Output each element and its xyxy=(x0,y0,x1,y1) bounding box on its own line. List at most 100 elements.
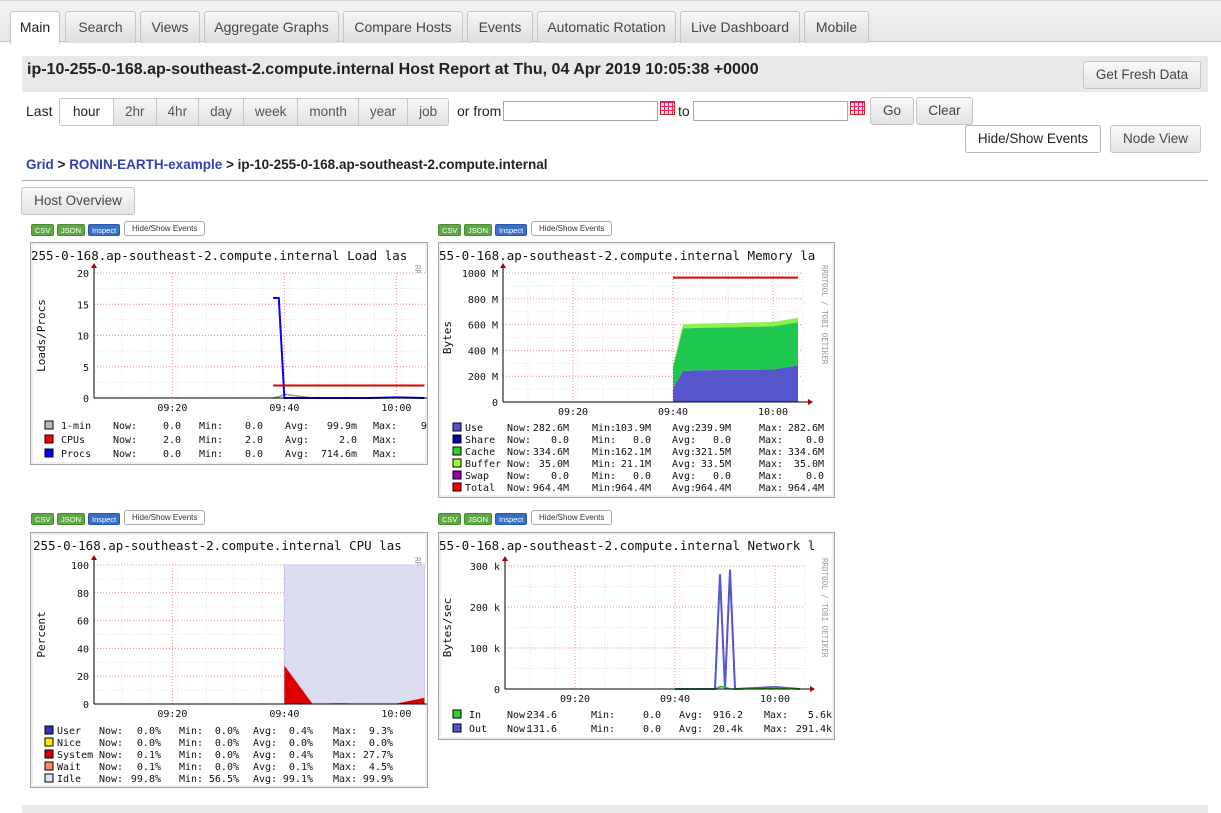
legend-min-value: 0.0 xyxy=(245,449,263,460)
range-week[interactable]: week xyxy=(243,99,298,125)
legend-avg-value: 0.4% xyxy=(289,726,313,737)
tab-search[interactable]: Search xyxy=(65,11,136,43)
to-date-input[interactable] xyxy=(693,101,848,121)
legend-min-label: Min: xyxy=(179,774,203,785)
tab-automatic-rotation[interactable]: Automatic Rotation xyxy=(537,11,676,43)
page-title: ip-10-255-0-168.ap-southeast-2.compute.i… xyxy=(27,61,759,79)
legend-avg-value: 0.4% xyxy=(289,750,313,761)
y-axis-arrow xyxy=(500,263,506,268)
legend-swatch xyxy=(45,774,53,782)
calendar-icon[interactable] xyxy=(850,101,865,115)
range-job[interactable]: job xyxy=(407,99,448,125)
range-month[interactable]: month xyxy=(297,99,358,125)
legend-max-label: Max: xyxy=(333,750,357,761)
legend-name: System xyxy=(57,750,93,761)
legend-now-value: 0.0% xyxy=(137,726,161,737)
inspect-button[interactable]: Inspect xyxy=(88,513,120,525)
legend-avg-value: 239.9M xyxy=(695,423,731,434)
time-range-selector: hour 2hr 4hr day week month year job xyxy=(59,98,449,126)
csv-button[interactable]: CSV xyxy=(31,224,54,236)
legend-min-label: Min: xyxy=(199,449,223,460)
y-tick-label: 200 M xyxy=(468,372,498,383)
x-tick-label: 09:40 xyxy=(269,403,299,414)
network-graph[interactable]: 55-0-168.ap-southeast-2.compute.internal… xyxy=(438,532,835,740)
clear-button[interactable]: Clear xyxy=(916,97,973,125)
legend-swatch xyxy=(45,726,53,734)
legend-swatch xyxy=(453,447,461,455)
tab-compare-hosts[interactable]: Compare Hosts xyxy=(343,11,463,43)
legend-max-label: Max: xyxy=(759,447,783,458)
legend-avg-value: 0.0 xyxy=(713,435,731,446)
legend-avg-label: Avg: xyxy=(679,710,703,721)
legend-max-value: 0.0 xyxy=(806,435,824,446)
json-button[interactable]: JSON xyxy=(57,513,85,525)
tab-aggregate-graphs[interactable]: Aggregate Graphs xyxy=(204,11,339,43)
legend-now-value: 334.6M xyxy=(533,447,569,458)
y-axis-arrow xyxy=(91,263,97,268)
legend-swatch xyxy=(453,710,461,718)
legend-min-value: 56.5% xyxy=(209,774,239,785)
node-view-button[interactable]: Node View xyxy=(1110,125,1201,153)
cpu-svg: 255-0-168.ap-southeast-2.compute.interna… xyxy=(31,533,427,787)
range-year[interactable]: year xyxy=(358,99,407,125)
legend-now-label: Now: xyxy=(99,774,123,785)
host-overview-button[interactable]: Host Overview xyxy=(21,187,135,215)
legend-name: Out xyxy=(469,724,487,735)
inspect-button[interactable]: Inspect xyxy=(495,513,527,525)
breadcrumb-cluster-link[interactable]: RONIN-EARTH-example xyxy=(69,157,222,172)
hide-show-events-button[interactable]: Hide/Show Events xyxy=(124,510,205,525)
legend-now-value: 2.0 xyxy=(163,435,181,446)
legend-now-label: Now: xyxy=(113,421,137,432)
y-tick-label: 0 xyxy=(492,398,498,409)
csv-button[interactable]: CSV xyxy=(438,513,461,525)
tab-events[interactable]: Events xyxy=(467,11,533,43)
inspect-button[interactable]: Inspect xyxy=(495,224,527,236)
hide-show-events-button[interactable]: Hide/Show Events xyxy=(531,221,612,236)
legend-max-label: Max: xyxy=(764,724,788,735)
cpu-graph[interactable]: 255-0-168.ap-southeast-2.compute.interna… xyxy=(30,532,428,788)
legend-name: Cache xyxy=(465,447,495,458)
legend-now-label: Now: xyxy=(99,762,123,773)
json-button[interactable]: JSON xyxy=(57,224,85,236)
tab-main[interactable]: Main xyxy=(10,11,60,44)
inspect-button[interactable]: Inspect xyxy=(88,224,120,236)
from-date-input[interactable] xyxy=(503,101,658,121)
hide-show-events-button[interactable]: Hide/Show Events xyxy=(531,510,612,525)
legend-max-label: Max: xyxy=(759,459,783,470)
memory-graph[interactable]: 55-0-168.ap-southeast-2.compute.internal… xyxy=(438,242,835,498)
hide-show-events-button[interactable]: Hide/Show Events xyxy=(965,125,1101,153)
legend-avg-label: Avg: xyxy=(253,726,277,737)
json-button[interactable]: JSON xyxy=(464,224,492,236)
legend-min-label: Min: xyxy=(592,423,616,434)
get-fresh-data-button[interactable]: Get Fresh Data xyxy=(1083,61,1201,89)
tab-mobile[interactable]: Mobile xyxy=(804,11,869,43)
calendar-icon[interactable] xyxy=(660,101,675,115)
legend-avg-label: Avg: xyxy=(253,738,277,749)
range-hour[interactable]: hour xyxy=(60,99,113,125)
y-tick-label: 40 xyxy=(77,644,89,655)
legend-max-label: Max: xyxy=(373,449,397,460)
legend-min-value: 0.0 xyxy=(245,421,263,432)
go-button[interactable]: Go xyxy=(870,97,914,125)
tab-live-dashboard[interactable]: Live Dashboard xyxy=(680,11,800,43)
range-day[interactable]: day xyxy=(198,99,243,125)
x-tick-label: 10:00 xyxy=(381,709,411,720)
load-svg: 255-0-168.ap-southeast-2.compute.interna… xyxy=(31,243,427,464)
legend-now-value: 0.0% xyxy=(137,738,161,749)
range-4hr[interactable]: 4hr xyxy=(156,99,199,125)
json-button[interactable]: JSON xyxy=(464,513,492,525)
csv-button[interactable]: CSV xyxy=(31,513,54,525)
legend-max-label: Max: xyxy=(759,483,783,494)
y-tick-label: 400 M xyxy=(468,346,498,357)
tab-views[interactable]: Views xyxy=(140,11,200,43)
legend-avg-value: 2.0 xyxy=(339,435,357,446)
legend-swatch xyxy=(45,750,53,758)
load-graph[interactable]: 255-0-168.ap-southeast-2.compute.interna… xyxy=(30,242,428,465)
y-tick-label: 1000 M xyxy=(462,269,498,280)
legend-min-value: 103.9M xyxy=(615,423,651,434)
hide-show-events-button[interactable]: Hide/Show Events xyxy=(124,221,205,236)
range-2hr[interactable]: 2hr xyxy=(113,99,156,125)
breadcrumb-grid-link[interactable]: Grid xyxy=(26,157,54,172)
legend-now-value: 131.6 xyxy=(527,724,557,735)
csv-button[interactable]: CSV xyxy=(438,224,461,236)
